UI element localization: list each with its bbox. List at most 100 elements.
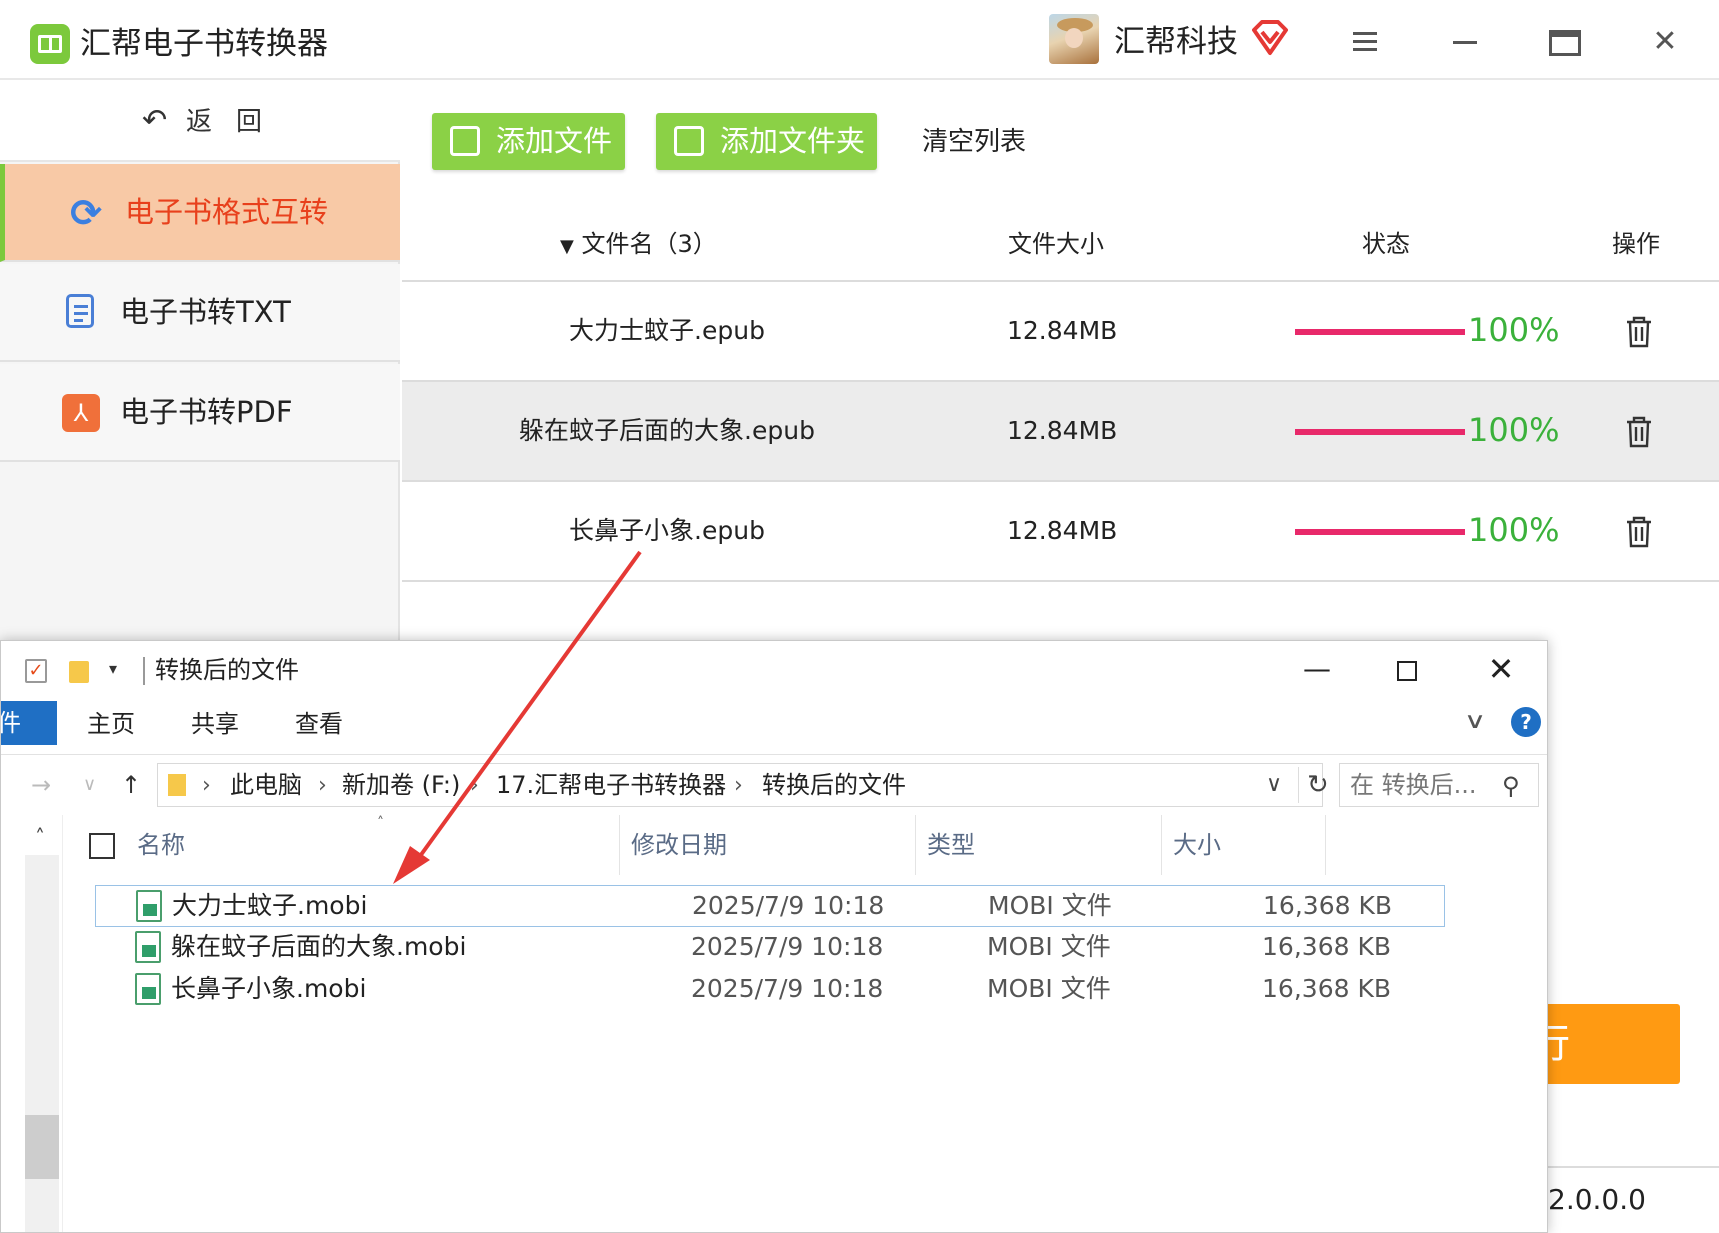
- explorer-minimize-icon[interactable]: —: [1297, 651, 1337, 691]
- column-divider: [619, 815, 620, 875]
- explorer-titlebar: ✓ ▾ 转换后的文件 — ✕: [1, 641, 1547, 699]
- sort-down-icon: ▼: [560, 236, 574, 257]
- help-icon[interactable]: ?: [1511, 707, 1541, 737]
- txt-file-icon: [66, 294, 94, 328]
- breadcrumb-this-pc[interactable]: 此电脑: [230, 768, 302, 802]
- breadcrumb-app-folder[interactable]: 17.汇帮电子书转换器: [496, 768, 726, 802]
- ribbon-tab-share[interactable]: 共享: [191, 707, 239, 741]
- file-explorer-window: ✓ ▾ 转换后的文件 — ✕ 件 主页 共享 查看 ∨ ? → ∨ ↑ › 此电…: [0, 640, 1548, 1233]
- nav-scrollbar[interactable]: [25, 855, 59, 1232]
- header-name[interactable]: ▼ 文件名（3）: [560, 226, 717, 265]
- add-file-button[interactable]: 添加文件: [432, 113, 625, 170]
- explorer-ribbon: 件 主页 共享 查看 ∨ ?: [1, 699, 1547, 755]
- sidebar-item-label: 电子书格式互转: [125, 195, 329, 229]
- address-dropdown-icon[interactable]: ∨: [1266, 768, 1282, 802]
- column-divider: [915, 815, 916, 875]
- file-list-header: ˄ 名称 修改日期 类型 大小: [63, 815, 1547, 877]
- progress-bar: [1295, 529, 1465, 535]
- explorer-file-size: 16,368 KB: [1262, 974, 1391, 1003]
- sidebar-item-to-txt[interactable]: 电子书转TXT: [0, 264, 400, 362]
- trash-icon[interactable]: [1625, 316, 1653, 348]
- pdf-icon: ⅄: [62, 394, 100, 432]
- explorer-file-type: MOBI 文件: [987, 974, 1111, 1003]
- progress-bar: [1295, 329, 1465, 335]
- user-avatar[interactable]: [1049, 14, 1099, 64]
- list-item[interactable]: 躲在蚊子后面的大象.mobi 2025/7/9 10:18 MOBI 文件 16…: [95, 927, 1445, 969]
- ribbon-expand-chevron-icon[interactable]: ∨: [1464, 709, 1487, 734]
- sidebar-item-to-pdf[interactable]: ⅄ 电子书转PDF: [0, 364, 400, 462]
- explorer-file-name: 长鼻子小象.mobi: [171, 974, 367, 1003]
- address-bar[interactable]: › 此电脑 › 新加卷 (F:) › 17.汇帮电子书转换器 › 转换后的文件 …: [157, 763, 1329, 807]
- add-file-icon: [450, 126, 480, 156]
- list-item[interactable]: 长鼻子小象.mobi 2025/7/9 10:18 MOBI 文件 16,368…: [95, 969, 1445, 1011]
- column-name[interactable]: 名称: [137, 827, 185, 863]
- close-icon[interactable]: ✕: [1640, 20, 1690, 64]
- explorer-maximize-icon[interactable]: [1397, 661, 1417, 681]
- table-row[interactable]: 大力士蚊子.epub 12.84MB 100%: [402, 282, 1719, 382]
- back-button[interactable]: ↶ 返回: [0, 80, 400, 162]
- sidebar-item-format-convert[interactable]: ⟳ 电子书格式互转: [0, 164, 400, 262]
- forward-arrow-icon[interactable]: →: [31, 769, 51, 801]
- progress-percent: 100%: [1468, 511, 1560, 549]
- properties-check-icon[interactable]: ✓: [25, 659, 47, 683]
- add-folder-button[interactable]: 添加文件夹: [656, 113, 877, 170]
- table-row[interactable]: 躲在蚊子后面的大象.epub 12.84MB 100%: [402, 382, 1719, 482]
- table-row[interactable]: 长鼻子小象.epub 12.84MB 100%: [402, 482, 1719, 582]
- breadcrumb-drive[interactable]: 新加卷 (F:): [342, 768, 460, 802]
- menu-icon[interactable]: [1340, 20, 1390, 64]
- folder-icon[interactable]: [69, 661, 89, 683]
- add-folder-icon: [674, 126, 704, 156]
- search-input[interactable]: 在 转换后... ⚲: [1339, 763, 1539, 807]
- chevron-right-icon: ›: [318, 773, 327, 798]
- explorer-file-modified: 2025/7/9 10:18: [692, 891, 885, 920]
- address-folder-icon: [168, 774, 186, 796]
- trash-icon[interactable]: [1625, 416, 1653, 448]
- quick-access-dropdown-icon[interactable]: ▾: [109, 659, 117, 678]
- explorer-file-type: MOBI 文件: [988, 891, 1112, 920]
- ribbon-tab-view[interactable]: 查看: [295, 707, 343, 741]
- maximize-icon[interactable]: [1540, 20, 1590, 64]
- up-arrow-icon[interactable]: ↑: [121, 769, 141, 801]
- select-all-checkbox[interactable]: [89, 833, 115, 859]
- clear-list-button[interactable]: 清空列表: [922, 123, 1026, 161]
- add-folder-label: 添加文件夹: [720, 124, 866, 158]
- file-name: 长鼻子小象.epub: [569, 516, 765, 545]
- explorer-file-size: 16,368 KB: [1262, 932, 1391, 961]
- chevron-right-icon: ›: [734, 773, 743, 798]
- minimize-icon[interactable]: [1440, 20, 1490, 64]
- navigation-pane: ˄: [1, 815, 63, 1232]
- column-size[interactable]: 大小: [1173, 827, 1221, 863]
- app-title: 汇帮电子书转换器: [80, 26, 328, 62]
- breadcrumb-output-folder[interactable]: 转换后的文件: [762, 768, 906, 802]
- refresh-address-icon[interactable]: ↻: [1298, 767, 1329, 803]
- explorer-file-modified: 2025/7/9 10:18: [691, 974, 884, 1003]
- column-divider: [1325, 815, 1326, 875]
- explorer-title: 转换后的文件: [155, 656, 299, 684]
- header-status: 状态: [1362, 230, 1410, 258]
- progress-percent: 100%: [1468, 311, 1560, 349]
- ribbon-tab-file[interactable]: 件: [1, 701, 57, 745]
- sidebar-item-label: 电子书转PDF: [120, 395, 293, 429]
- vip-diamond-icon[interactable]: [1250, 20, 1290, 56]
- nav-scrollbar-thumb[interactable]: [25, 1115, 59, 1179]
- explorer-file-name: 大力士蚊子.mobi: [172, 891, 368, 920]
- add-file-label: 添加文件: [496, 124, 613, 158]
- trash-icon[interactable]: [1625, 516, 1653, 548]
- back-label: 返回: [186, 107, 287, 137]
- file-size: 12.84MB: [1007, 516, 1118, 545]
- address-row: → ∨ ↑ › 此电脑 › 新加卷 (F:) › 17.汇帮电子书转换器 › 转…: [1, 755, 1547, 815]
- brand-name: 汇帮科技: [1114, 24, 1238, 60]
- recent-dropdown-icon[interactable]: ∨: [83, 769, 96, 801]
- search-icon[interactable]: ⚲: [1502, 770, 1520, 802]
- explorer-file-modified: 2025/7/9 10:18: [691, 932, 884, 961]
- explorer-file-name: 躲在蚊子后面的大象.mobi: [171, 932, 467, 961]
- titlebar-separator: [143, 657, 145, 685]
- chevron-up-icon[interactable]: ˄: [35, 825, 45, 849]
- list-item[interactable]: 大力士蚊子.mobi 2025/7/9 10:18 MOBI 文件 16,368…: [95, 885, 1445, 927]
- column-type[interactable]: 类型: [927, 827, 975, 863]
- chevron-right-icon: ›: [202, 773, 211, 798]
- header-size: 文件大小: [1008, 230, 1104, 258]
- column-modified[interactable]: 修改日期: [631, 827, 727, 863]
- explorer-close-icon[interactable]: ✕: [1481, 649, 1521, 689]
- ribbon-tab-home[interactable]: 主页: [87, 707, 135, 741]
